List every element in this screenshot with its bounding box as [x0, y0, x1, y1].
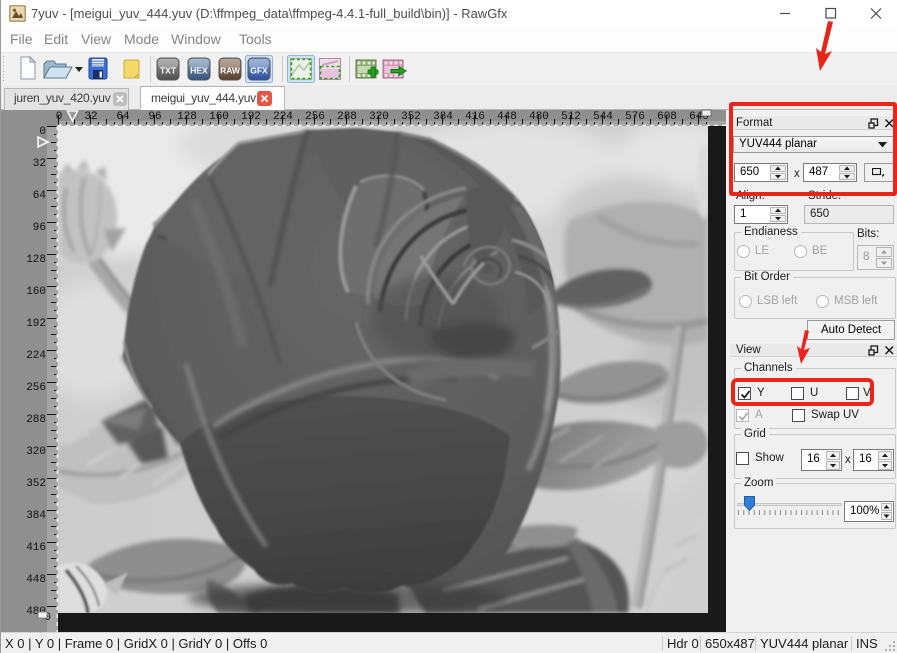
svg-text:96: 96	[33, 222, 46, 234]
svg-text:384: 384	[433, 111, 453, 123]
svg-text:256: 256	[26, 382, 46, 394]
svg-text:544: 544	[593, 111, 613, 123]
svg-text:224: 224	[273, 111, 293, 123]
svg-text:320: 320	[369, 111, 389, 123]
svg-text:288: 288	[337, 111, 357, 123]
svg-text:256: 256	[305, 111, 325, 123]
svg-text:224: 224	[26, 350, 46, 362]
svg-text:192: 192	[26, 318, 46, 330]
svg-text:448: 448	[497, 111, 517, 123]
svg-text:64: 64	[33, 190, 47, 202]
svg-text:32: 32	[84, 111, 97, 123]
svg-text:384: 384	[26, 510, 46, 522]
svg-text:352: 352	[401, 111, 421, 123]
svg-text:320: 320	[26, 446, 46, 458]
svg-text:160: 160	[26, 286, 46, 298]
svg-text:192: 192	[241, 111, 261, 123]
svg-text:288: 288	[26, 414, 46, 426]
svg-text:160: 160	[209, 111, 229, 123]
svg-text:0: 0	[39, 126, 46, 138]
svg-text:128: 128	[26, 254, 46, 266]
svg-text:608: 608	[657, 111, 677, 123]
svg-text:32: 32	[33, 158, 46, 170]
svg-text:64: 64	[116, 111, 130, 123]
svg-text:0: 0	[56, 111, 63, 123]
svg-text:HEX: HEX	[190, 66, 208, 76]
svg-text:352: 352	[26, 478, 46, 490]
svg-text:GFX: GFX	[250, 66, 268, 76]
svg-text:576: 576	[625, 111, 645, 123]
svg-text:480: 480	[529, 111, 549, 123]
svg-text:448: 448	[26, 574, 46, 586]
svg-text:RAW: RAW	[220, 66, 241, 76]
svg-text:96: 96	[148, 111, 161, 123]
svg-text:416: 416	[26, 542, 46, 554]
svg-text:TXT: TXT	[160, 66, 177, 76]
svg-text:416: 416	[465, 111, 485, 123]
svg-text:128: 128	[177, 111, 197, 123]
svg-text:512: 512	[561, 111, 581, 123]
